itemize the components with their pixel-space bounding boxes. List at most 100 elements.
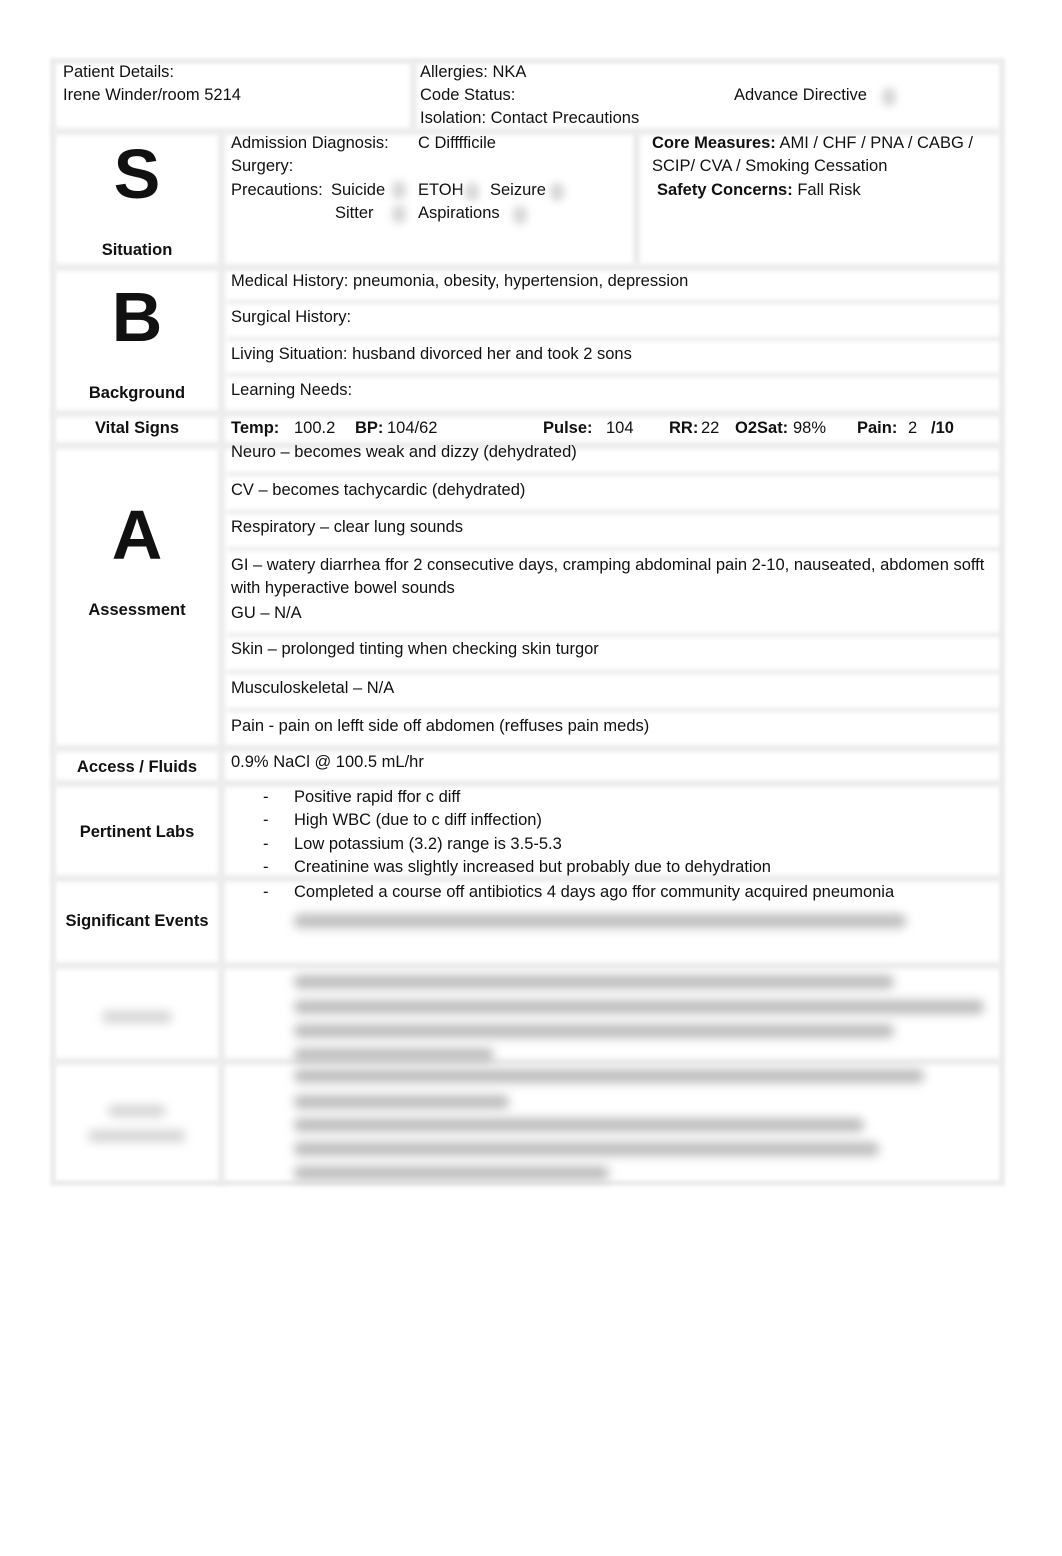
core-measures-value: AMI / CHF / PNA / CABG / <box>779 134 973 152</box>
lab-item: High WBC (due to c diff inffection) <box>294 811 542 829</box>
sitter-checkbox[interactable] <box>392 205 406 223</box>
admission-diagnosis-value: C Difffficile <box>418 134 496 152</box>
precaution-seizure: Seizure <box>490 181 546 199</box>
safety-concerns-value: Fall Risk <box>797 181 861 199</box>
blurred-text-line <box>294 1166 609 1180</box>
patient-name-room: Irene Winder/room 5214 <box>63 86 241 104</box>
blurred-section-label <box>102 1011 172 1023</box>
blurred-text-line <box>294 914 906 928</box>
access-fluids-value: 0.9% NaCl @ 100.5 mL/hr <box>231 753 424 771</box>
pertinent-labs-label: Pertinent Labs <box>79 823 195 841</box>
assessment-gi: GI – watery diarrhea ffor 2 consecutive … <box>231 556 985 597</box>
vital-signs-label: Vital Signs <box>94 419 180 437</box>
blurred-text-line <box>294 1000 984 1014</box>
background-letter: B <box>111 278 163 356</box>
o2sat-label: O2Sat: <box>735 419 789 437</box>
safety-concerns-label: Safety Concerns: <box>657 181 793 199</box>
rr-value: 22 <box>701 419 720 437</box>
suicide-checkbox[interactable] <box>392 181 406 199</box>
temp-value: 100.2 <box>294 419 336 437</box>
column-divider <box>410 60 417 130</box>
assessment-musculoskeletal: Musculoskeletal – N/A <box>231 679 395 697</box>
access-fluids-label: Access / Fluids <box>76 758 198 776</box>
pulse-value: 104 <box>606 419 634 437</box>
assessment-cv: CV – becomes tachycardic (dehydrated) <box>231 481 526 499</box>
core-measures-value-line2: SCIP/ CVA / Smoking Cessation <box>652 157 888 175</box>
bp-value: 104/62 <box>387 419 438 437</box>
pain-value: 2 <box>908 419 918 437</box>
bp-label: BP: <box>355 419 384 437</box>
event-item: Completed a course off antibiotics 4 day… <box>294 883 895 901</box>
significant-events-label: Significant Events <box>65 912 209 930</box>
precautions-label: Precautions: <box>231 181 323 199</box>
bullet-dash: - <box>263 788 269 806</box>
row-divider <box>226 337 1002 341</box>
bullet-dash: - <box>263 883 269 901</box>
seizure-checkbox[interactable] <box>550 183 564 201</box>
bullet-dash: - <box>263 811 269 829</box>
etoh-checkbox[interactable] <box>465 183 479 201</box>
advance-directive-checkbox[interactable] <box>882 88 896 106</box>
row-divider <box>226 633 1002 637</box>
situation-label: Situation <box>101 241 173 259</box>
row-divider <box>52 962 1002 969</box>
blurred-section-label <box>88 1130 186 1142</box>
lab-item: Creatinine was slightly increased but pr… <box>294 858 771 876</box>
isolation: Isolation: Contact Precautions <box>420 109 640 127</box>
code-status: Code Status: <box>420 86 516 104</box>
patient-details-label: Patient Details: <box>63 63 174 81</box>
row-divider <box>226 373 1002 377</box>
surgical-history: Surgical History: <box>231 308 352 326</box>
row-divider <box>226 670 1002 674</box>
medical-history: Medical History: pneumonia, obesity, hyp… <box>231 272 689 290</box>
living-situation: Living Situation: husband divorced her a… <box>231 345 632 363</box>
row-divider <box>52 780 1002 787</box>
lab-item: Positive rapid ffor c diff <box>294 788 461 806</box>
row-divider <box>226 300 1002 304</box>
blurred-text-line <box>294 975 894 989</box>
bullet-dash: - <box>263 835 269 853</box>
surgery-label: Surgery: <box>231 157 294 175</box>
column-divider <box>633 130 640 265</box>
blurred-text-line <box>294 1069 924 1083</box>
allergies: Allergies: NKA <box>420 63 527 81</box>
lab-item: Low potassium (3.2) range is 3.5-5.3 <box>294 835 562 853</box>
aspirations-checkbox[interactable] <box>513 206 527 224</box>
assessment-gu: GU – N/A <box>231 604 302 622</box>
precaution-etoh: ETOH <box>418 181 464 199</box>
row-divider <box>226 708 1002 712</box>
assessment-neuro: Neuro – becomes weak and dizzy (dehydrat… <box>231 443 577 461</box>
blurred-text-line <box>294 1142 879 1156</box>
bullet-dash: - <box>263 858 269 876</box>
assessment-pain: Pain - pain on lefft side off abdomen (r… <box>231 717 650 735</box>
blurred-text-line <box>294 1095 509 1109</box>
safety-concerns: Safety Concerns: Fall Risk <box>657 179 861 202</box>
o2sat-value: 98% <box>793 419 827 437</box>
precaution-aspirations: Aspirations <box>418 204 500 222</box>
row-divider <box>52 745 1002 752</box>
row-divider <box>226 510 1002 514</box>
assessment-respiratory: Respiratory – clear lung sounds <box>231 518 464 536</box>
core-measures-label: Core Measures: <box>652 134 776 152</box>
situation-letter: S <box>113 135 161 213</box>
blurred-text-line <box>294 1118 864 1132</box>
assessment-label: Assessment <box>88 601 186 619</box>
row-divider <box>52 1058 1002 1065</box>
blurred-text-line <box>294 1024 894 1038</box>
rr-label: RR: <box>669 419 699 437</box>
pain-label: Pain: <box>857 419 898 437</box>
advance-directive-label: Advance Directive <box>734 86 867 104</box>
pulse-label: Pulse: <box>543 419 593 437</box>
assessment-skin: Skin – prolonged tinting when checking s… <box>231 640 599 658</box>
temp-label: Temp: <box>231 419 280 437</box>
learning-needs: Learning Needs: <box>231 381 353 399</box>
row-divider <box>226 472 1002 476</box>
blurred-text-line <box>294 1048 494 1062</box>
row-divider <box>52 410 1002 417</box>
document-frame <box>50 58 1005 1186</box>
pain-scale: /10 <box>931 419 954 437</box>
precaution-sitter: Sitter <box>335 204 374 222</box>
precaution-suicide: Suicide <box>331 181 386 199</box>
admission-diagnosis-label: Admission Diagnosis: <box>231 134 389 152</box>
assessment-letter: A <box>111 496 163 574</box>
